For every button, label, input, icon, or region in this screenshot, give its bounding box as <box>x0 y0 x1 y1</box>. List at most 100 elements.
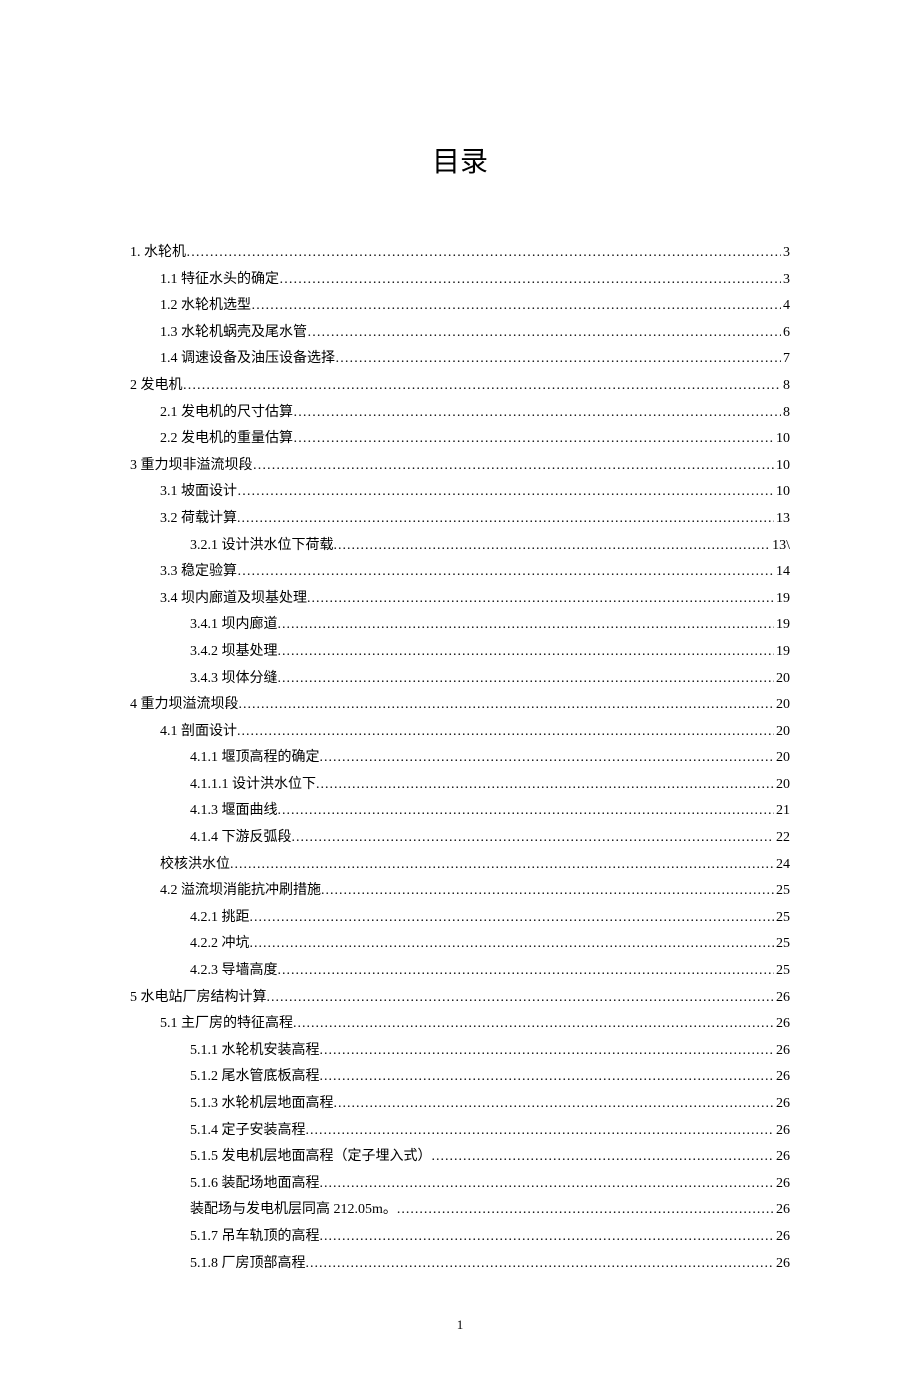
toc-entry-page: 25 <box>774 931 790 958</box>
toc-entry: 装配场与发电机层同高 212.05m。26 <box>130 1197 790 1224</box>
toc-leader <box>320 745 775 772</box>
page-number: 1 <box>130 1317 790 1333</box>
toc-entry: 5.1.2 尾水管底板高程 26 <box>130 1064 790 1091</box>
toc-entry: 4 重力坝溢流坝段20 <box>130 692 790 719</box>
toc-entry-page: 26 <box>774 1251 790 1278</box>
toc-entry: 5.1.8 厂房顶部高程 26 <box>130 1251 790 1278</box>
toc-leader <box>253 453 775 480</box>
toc-entry-page: 10 <box>774 426 790 453</box>
toc-leader <box>237 479 774 506</box>
toc-entry: 5.1.5 发电机层地面高程（定子埋入式） 26 <box>130 1144 790 1171</box>
toc-leader <box>267 985 775 1012</box>
toc-entry-page: 14 <box>774 559 790 586</box>
toc-entry-label: 1.4 调速设备及油压设备选择 <box>160 346 335 373</box>
toc-entry-label: 2.1 发电机的尺寸估算 <box>160 400 293 427</box>
toc-entry-label: 3.2 荷载计算 <box>160 506 237 533</box>
document-title: 目录 <box>130 140 790 180</box>
toc-entry-label: 1.1 特征水头的确定 <box>160 267 279 294</box>
toc-entry-page: 24 <box>774 852 790 879</box>
toc-entry-label: 4.2.1 挑距 <box>190 905 250 932</box>
toc-entry-label: 1. 水轮机 <box>130 240 186 267</box>
toc-entry-label: 2.2 发电机的重量估算 <box>160 426 293 453</box>
toc-entry: 3 重力坝非溢流坝段10 <box>130 453 790 480</box>
toc-entry-label: 3.1 坡面设计 <box>160 479 237 506</box>
toc-leader <box>293 400 781 427</box>
toc-entry-page: 26 <box>774 985 790 1012</box>
toc-entry-page: 26 <box>774 1091 790 1118</box>
toc-leader <box>320 1038 775 1065</box>
toc-entry-label: 3.4 坝内廊道及坝基处理 <box>160 586 307 613</box>
toc-entry: 校核洪水位 24 <box>130 852 790 879</box>
toc-entry: 4.1.4 下游反弧段22 <box>130 825 790 852</box>
toc-entry-label: 1.3 水轮机蜗壳及尾水管 <box>160 320 307 347</box>
toc-entry: 5.1 主厂房的特征高程26 <box>130 1011 790 1038</box>
toc-entry-page: 20 <box>774 745 790 772</box>
toc-leader <box>432 1144 775 1171</box>
toc-leader <box>250 931 775 958</box>
toc-entry-label: 5.1.2 尾水管底板高程 <box>190 1064 320 1091</box>
toc-entry: 4.2 溢流坝消能抗冲刷措施25 <box>130 878 790 905</box>
toc-entry-page: 21 <box>774 798 790 825</box>
toc-leader <box>237 559 774 586</box>
toc-leader <box>278 798 775 825</box>
toc-entry-page: 26 <box>774 1224 790 1251</box>
toc-entry: 1.4 调速设备及油压设备选择 7 <box>130 346 790 373</box>
toc-entry-label: 4.1.3 堰面曲线 <box>190 798 278 825</box>
toc-leader <box>186 240 781 267</box>
toc-leader <box>397 1197 774 1224</box>
toc-leader <box>320 1224 775 1251</box>
toc-entry-label: 5.1.5 发电机层地面高程（定子埋入式） <box>190 1144 432 1171</box>
toc-entry: 5.1.1 水轮机安装高程26 <box>130 1038 790 1065</box>
toc-entry: 3.1 坡面设计10 <box>130 479 790 506</box>
toc-leader <box>320 1171 775 1198</box>
toc-entry-page: 22 <box>774 825 790 852</box>
toc-entry-label: 5.1.8 厂房顶部高程 <box>190 1251 306 1278</box>
toc-leader <box>307 320 781 347</box>
toc-entry-label: 5.1.3 水轮机层地面高程 <box>190 1091 334 1118</box>
toc-entry-label: 4.2.2 冲坑 <box>190 931 250 958</box>
toc-leader <box>335 346 781 373</box>
toc-entry-page: 26 <box>774 1011 790 1038</box>
toc-entry-page: 7 <box>781 346 790 373</box>
toc-entry: 3.4.3 坝体分缝20 <box>130 666 790 693</box>
toc-entry-label: 4.1.1 堰顶高程的确定 <box>190 745 320 772</box>
toc-entry-page: 20 <box>774 772 790 799</box>
table-of-contents: 1. 水轮机31.1 特征水头的确定31.2 水轮机选型41.3 水轮机蜗壳及尾… <box>130 240 790 1277</box>
toc-entry: 4.2.3 导墙高度25 <box>130 958 790 985</box>
toc-entry-label: 4 重力坝溢流坝段 <box>130 692 239 719</box>
toc-entry-page: 13 <box>774 506 790 533</box>
toc-entry-page: 25 <box>774 878 790 905</box>
toc-leader <box>316 772 774 799</box>
toc-entry-label: 3.4.1 坝内廊道 <box>190 612 278 639</box>
toc-leader <box>250 905 775 932</box>
toc-entry-page: 8 <box>781 373 790 400</box>
toc-entry-page: 10 <box>774 453 790 480</box>
toc-entry: 5.1.7 吊车轨顶的高程26 <box>130 1224 790 1251</box>
toc-entry-label: 5.1.4 定子安装高程 <box>190 1118 306 1145</box>
toc-entry: 4.2.2 冲坑 25 <box>130 931 790 958</box>
toc-entry-label: 5 水电站厂房结构计算 <box>130 985 267 1012</box>
toc-leader <box>306 1118 775 1145</box>
toc-leader <box>251 293 781 320</box>
toc-entry: 3.4.1 坝内廊道19 <box>130 612 790 639</box>
toc-leader <box>237 506 774 533</box>
toc-entry: 3.4 坝内廊道及坝基处理19 <box>130 586 790 613</box>
toc-leader <box>230 852 774 879</box>
toc-entry-page: 26 <box>774 1171 790 1198</box>
toc-entry-page: 26 <box>774 1118 790 1145</box>
toc-entry-label: 3.4.3 坝体分缝 <box>190 666 278 693</box>
toc-leader <box>293 426 774 453</box>
toc-entry: 1.3 水轮机蜗壳及尾水管6 <box>130 320 790 347</box>
toc-entry-page: 26 <box>774 1064 790 1091</box>
toc-leader <box>320 1064 775 1091</box>
toc-leader <box>239 692 775 719</box>
toc-entry-page: 26 <box>774 1144 790 1171</box>
toc-entry-page: 20 <box>774 719 790 746</box>
toc-entry-label: 4.1.1.1 设计洪水位下 <box>190 772 316 799</box>
toc-entry-label: 校核洪水位 <box>160 852 230 879</box>
toc-leader <box>306 1251 775 1278</box>
toc-entry-page: 13\ <box>770 533 790 560</box>
toc-entry: 1.1 特征水头的确定3 <box>130 267 790 294</box>
toc-entry-page: 26 <box>774 1197 790 1224</box>
toc-entry-page: 25 <box>774 905 790 932</box>
